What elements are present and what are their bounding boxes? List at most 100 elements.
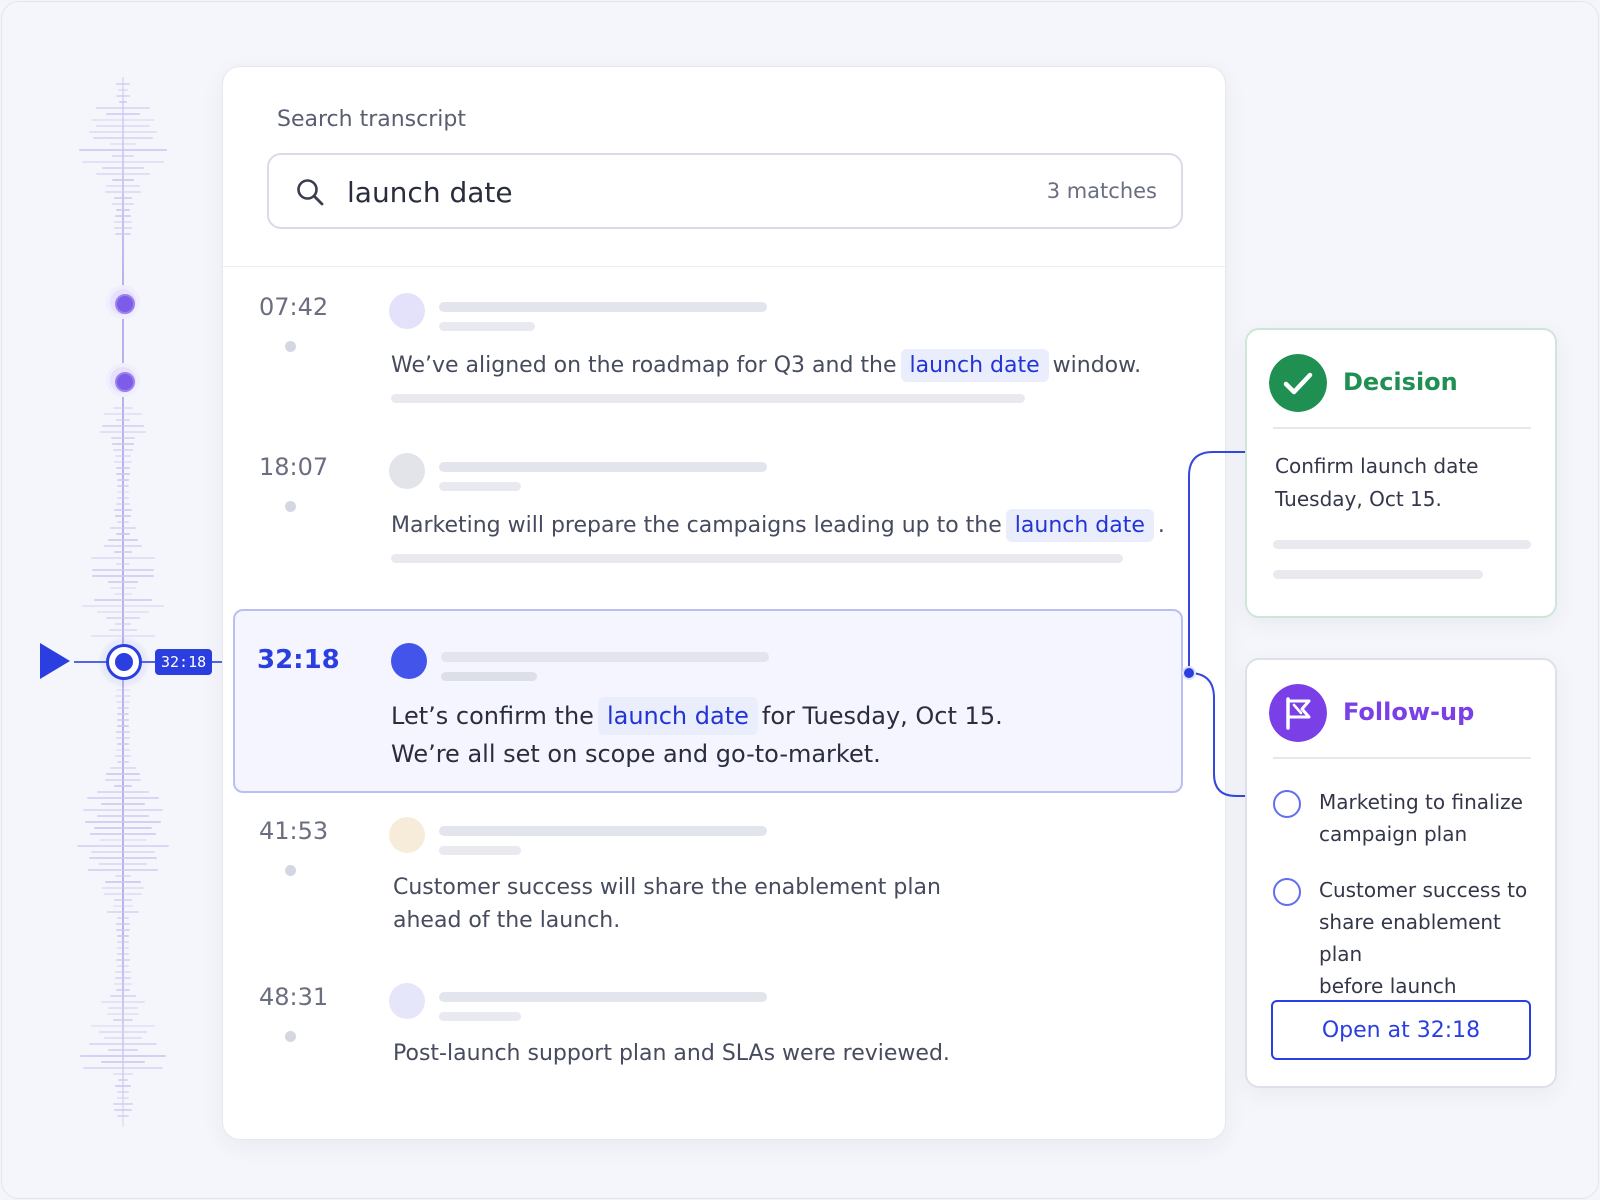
waveform-bar [116, 959, 130, 961]
waveform-bar [115, 533, 131, 535]
waveform-bar [97, 815, 149, 817]
waveform-bar [83, 809, 163, 811]
waveform-bar [106, 773, 140, 775]
waveform-bar [114, 695, 132, 697]
waveform-bar [108, 629, 138, 631]
waveform-bar [93, 137, 153, 139]
waveform-bar [101, 1001, 145, 1003]
waveform-bar [97, 791, 149, 793]
waveform-bar [108, 539, 138, 541]
waveform-bar [117, 1115, 129, 1117]
waveform-bar [80, 1055, 166, 1057]
waveform-bar [114, 623, 132, 625]
waveform-bar [118, 1079, 128, 1081]
waveform-bar [118, 89, 128, 91]
waveform-bar [116, 719, 130, 721]
waveform-bar [88, 131, 158, 133]
waveform-bar [111, 203, 135, 205]
speaker-avatar [389, 983, 425, 1019]
waveform-bar [102, 425, 144, 427]
followup-title: Follow-up [1343, 698, 1475, 726]
name-placeholder [439, 826, 767, 836]
waveform-bar [98, 1031, 148, 1033]
waveform-bar [91, 851, 155, 853]
entry-timestamp: 48:31 [259, 983, 329, 1011]
waveform-bar [94, 599, 152, 601]
waveform-bar [116, 713, 129, 715]
waveform-bar [102, 167, 144, 169]
waveform-bar [115, 731, 131, 733]
search-label: Search transcript [277, 107, 466, 132]
waveform-bar [90, 119, 156, 121]
waveform-bar [95, 173, 151, 175]
text-placeholder [1273, 570, 1483, 579]
entry-dot [285, 865, 296, 876]
waveform-bar [110, 587, 136, 589]
flag-icon [1269, 684, 1327, 742]
waveform-bar [104, 1037, 142, 1039]
entry-text: Customer success will share the enableme… [393, 875, 941, 933]
waveform-bar [88, 1043, 158, 1045]
waveform-bar [113, 1073, 133, 1075]
waveform-bar [113, 221, 133, 223]
timeline-marker[interactable] [110, 289, 136, 315]
waveform-bar [107, 1013, 139, 1015]
waveform-bar [95, 107, 151, 109]
search-highlight[interactable]: launch date [900, 349, 1049, 382]
waveform-bar [114, 461, 132, 463]
search-highlight[interactable]: launch date [1005, 509, 1154, 542]
waveform-bar [106, 113, 140, 115]
decision-title: Decision [1343, 368, 1458, 396]
waveform-bar [99, 863, 147, 865]
waveform-bar [113, 551, 133, 553]
waveform-bar [83, 1067, 163, 1069]
waveform-bar [116, 491, 130, 493]
entry-text: We’ve aligned on the roadmap for Q3 and … [391, 349, 1141, 382]
decision-divider [1273, 427, 1531, 429]
active-transcript-entry[interactable]: 32:18 Let’s confirm the launch date for Tu… [233, 609, 1183, 793]
waveform-bar [116, 485, 129, 487]
text-placeholder [1273, 540, 1531, 549]
waveform-bar [116, 929, 130, 931]
text-placeholder [391, 554, 1123, 563]
waveform-rail[interactable] [62, 77, 192, 1127]
entry-dot [285, 1031, 296, 1042]
waveform-bar [112, 407, 134, 409]
waveform-bar [113, 899, 133, 901]
waveform-bar [115, 1085, 131, 1087]
waveform-bar [116, 935, 130, 937]
search-box[interactable]: 3 matches [267, 153, 1183, 229]
entry-text: Post-launch support plan and SLAs were r… [393, 1041, 950, 1066]
waveform-bar [88, 869, 158, 871]
waveform-bar [81, 605, 165, 607]
checkbox[interactable] [1273, 878, 1301, 906]
speaker-avatar [389, 293, 425, 329]
waveform-bar [113, 593, 133, 595]
card-divider [223, 266, 1225, 267]
decision-card: Decision Confirm launch date Tuesday, Oct… [1245, 328, 1557, 618]
search-input[interactable] [347, 173, 967, 211]
play-icon[interactable] [40, 643, 70, 679]
name-placeholder [439, 302, 767, 312]
transcript-card: Search transcript 3 matches 07:42 We’ve … [222, 66, 1226, 1140]
search-highlight[interactable]: launch date [597, 697, 758, 735]
waveform-bar [116, 749, 130, 751]
waveform-bar [92, 569, 154, 571]
open-at-time-button[interactable]: Open at 32:18 [1271, 1000, 1531, 1060]
waveform-bar [116, 473, 130, 475]
followup-divider [1273, 757, 1531, 759]
checkbox[interactable] [1273, 790, 1301, 818]
entry-text: Marketing will prepare the campaigns lea… [391, 509, 1165, 542]
playhead-handle[interactable] [106, 644, 142, 680]
timeline-marker[interactable] [110, 367, 136, 393]
match-count: 3 matches [1046, 179, 1157, 203]
waveform-bar [116, 953, 130, 955]
waveform-bar [116, 563, 130, 565]
waveform-bar [99, 431, 147, 433]
waveform-bar [113, 785, 133, 787]
current-time-chip: 32:18 [155, 649, 213, 675]
entry-timestamp: 18:07 [259, 453, 329, 481]
waveform-bar [107, 581, 139, 583]
entry-timestamp: 41:53 [259, 817, 329, 845]
waveform-bar [111, 443, 135, 445]
